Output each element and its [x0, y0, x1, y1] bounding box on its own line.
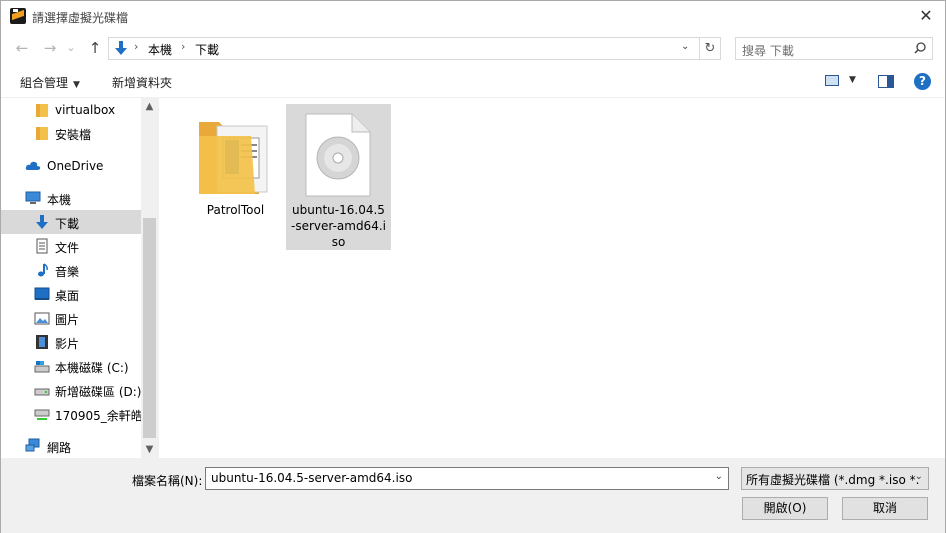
network-drive-icon [34, 409, 50, 420]
help-icon[interactable]: ? [914, 73, 931, 90]
back-button[interactable]: ← [12, 38, 32, 58]
sidebar-scrollbar[interactable]: ▲ ▼ [141, 98, 158, 458]
new-folder-button[interactable]: 新增資料夾 [112, 74, 172, 91]
file-name: ubuntu-16.04.5-server-amd64.iso [291, 203, 386, 249]
sidebar-item-downloads[interactable]: 下載 [1, 210, 141, 234]
sidebar-item-pictures[interactable]: 圖片 [1, 306, 141, 330]
sidebar-item-label: 安裝檔 [55, 128, 92, 142]
sidebar-item-label: 桌面 [55, 289, 80, 303]
breadcrumb-separator: › [181, 40, 186, 53]
sidebar-item-label: 170905_余軒皓 [55, 409, 143, 423]
network-icon [25, 438, 40, 452]
scroll-down-button[interactable]: ▼ [141, 441, 158, 458]
sidebar-item-label: OneDrive [47, 159, 104, 173]
sidebar-item-network-drive[interactable]: 170905_余軒皓 [1, 402, 143, 426]
file-type-value: 所有虛擬光碟檔 (*.dmg *.iso *. [746, 473, 920, 487]
sidebar-item-label: 圖片 [55, 313, 80, 327]
bottom-panel: 檔案名稱(N): ubuntu-16.04.5-server-amd64.iso… [1, 458, 945, 533]
filename-input[interactable]: ubuntu-16.04.5-server-amd64.iso ⌄ [205, 467, 729, 490]
app-icon [10, 8, 26, 24]
sidebar-item-label: 網路 [47, 441, 72, 455]
filename-value: ubuntu-16.04.5-server-amd64.iso [211, 471, 413, 485]
sidebar-item-this-pc[interactable]: 本機 [1, 186, 141, 210]
sidebar-item-label: 影片 [55, 337, 80, 351]
scroll-thumb[interactable] [143, 218, 156, 438]
sidebar-item-label: 文件 [55, 241, 80, 255]
breadcrumb-this-pc[interactable]: 本機 [148, 41, 172, 58]
navigation-pane: virtualbox 安裝檔 OneDrive 本機 下載 文件 音樂 桌面 圖… [1, 98, 159, 458]
file-name: PatrolTool [206, 203, 265, 217]
download-icon [36, 215, 48, 229]
command-bar: 組合管理 ▼ 新增資料夾 ▼ ? [1, 65, 945, 98]
sidebar-item-onedrive[interactable]: OneDrive [1, 154, 141, 178]
breadcrumb-downloads[interactable]: 下載 [195, 41, 219, 58]
title-bar: 請選擇虛擬光碟檔 ✕ [1, 1, 945, 32]
download-icon [115, 41, 127, 55]
search-placeholder: 搜尋 下載 [742, 44, 794, 58]
pictures-icon [34, 312, 50, 325]
folder-icon [36, 104, 48, 117]
disc-image-icon [305, 113, 371, 197]
file-list: PatrolTool ubuntu-16.04.5-server-amd64.i… [160, 98, 945, 458]
caret-down-icon: ▼ [73, 80, 80, 90]
refresh-button[interactable]: ↻ [700, 37, 721, 60]
close-button[interactable]: ✕ [911, 3, 941, 29]
change-view-icon[interactable] [825, 75, 839, 86]
open-button[interactable]: 開啟(O) [742, 497, 828, 520]
sidebar-item-virtualbox[interactable]: virtualbox [1, 98, 141, 122]
file-open-dialog: 請選擇虛擬光碟檔 ✕ ← → ⌄ ↑ › 本機 › 下載 ⌄ ↻ 搜尋 下載 組… [0, 0, 946, 533]
chevron-down-icon[interactable]: ⌄ [681, 41, 689, 52]
drive-icon [34, 388, 50, 396]
forward-button[interactable]: → [40, 38, 60, 58]
chevron-down-icon[interactable]: ⌄ [715, 471, 723, 482]
desktop-icon [34, 287, 50, 300]
file-item-ubuntu-iso[interactable]: ubuntu-16.04.5-server-amd64.iso [286, 104, 391, 250]
sidebar-item-label: 本機磁碟 (C:) [55, 361, 129, 375]
search-icon [914, 42, 926, 54]
sidebar-item-desktop[interactable]: 桌面 [1, 282, 141, 306]
sidebar-item-label: virtualbox [55, 103, 116, 117]
dialog-title: 請選擇虛擬光碟檔 [32, 11, 129, 25]
sidebar-item-documents[interactable]: 文件 [1, 234, 141, 258]
breadcrumb-separator: › [134, 40, 139, 53]
sidebar-item-label: 下載 [55, 217, 80, 231]
drive-icon [34, 361, 50, 373]
music-icon [38, 263, 48, 277]
view-options-caret-icon[interactable]: ▼ [849, 75, 856, 85]
cancel-button[interactable]: 取消 [842, 497, 928, 520]
folder-icon [36, 127, 48, 140]
sidebar-item-drive-c[interactable]: 本機磁碟 (C:) [1, 354, 141, 378]
folder-icon [199, 122, 268, 194]
navigation-bar: ← → ⌄ ↑ › 本機 › 下載 ⌄ ↻ 搜尋 下載 [1, 32, 945, 65]
recent-locations-button[interactable]: ⌄ [64, 38, 78, 58]
computer-icon [25, 191, 41, 204]
up-button[interactable]: ↑ [85, 38, 105, 58]
sidebar-item-music[interactable]: 音樂 [1, 258, 141, 282]
chevron-down-icon[interactable]: ⌄ [914, 471, 923, 482]
sidebar-item-network[interactable]: 網路 [1, 434, 141, 458]
sidebar-item-label: 本機 [47, 193, 72, 207]
document-icon [36, 238, 48, 254]
search-input[interactable]: 搜尋 下載 [735, 37, 933, 60]
sidebar-item-label: 新增磁碟區 (D:) [55, 385, 142, 399]
sidebar-item-label: 音樂 [55, 265, 80, 279]
organize-button[interactable]: 組合管理 ▼ [20, 74, 80, 91]
preview-pane-icon[interactable] [878, 75, 894, 88]
scroll-up-button[interactable]: ▲ [141, 98, 158, 115]
organize-label: 組合管理 [20, 76, 69, 90]
sidebar-item-drive-d[interactable]: 新增磁碟區 (D:) [1, 378, 141, 402]
filename-label: 檔案名稱(N): [132, 474, 203, 488]
sidebar-item-install-files[interactable]: 安裝檔 [1, 121, 141, 145]
video-icon [36, 335, 48, 349]
cloud-icon [25, 161, 41, 170]
file-item-patroltool[interactable]: PatrolTool [183, 104, 288, 250]
sidebar-item-videos[interactable]: 影片 [1, 330, 141, 354]
address-bar[interactable]: › 本機 › 下載 ⌄ [108, 37, 700, 60]
file-type-select[interactable]: 所有虛擬光碟檔 (*.dmg *.iso *. ⌄ [741, 467, 929, 490]
